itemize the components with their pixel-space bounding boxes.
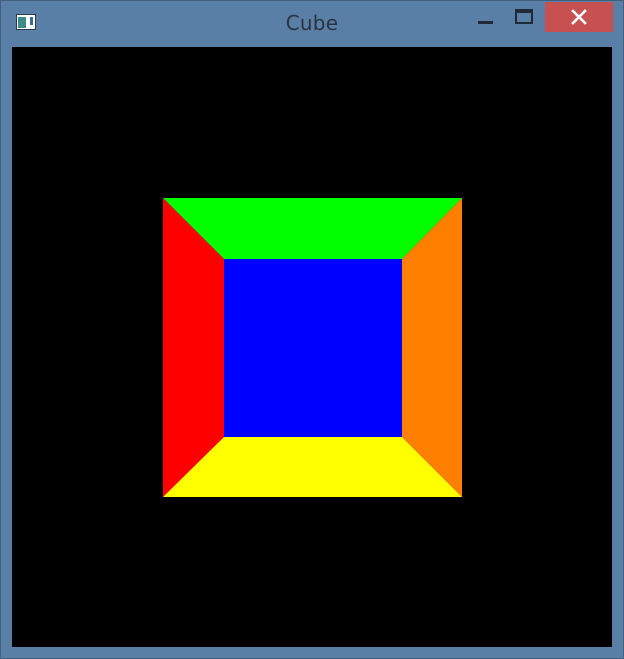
minimize-icon <box>478 21 493 24</box>
maximize-button[interactable] <box>506 2 542 32</box>
render-viewport[interactable] <box>12 47 612 647</box>
maximize-icon <box>515 9 533 24</box>
close-button[interactable] <box>545 2 613 32</box>
minimize-button[interactable] <box>468 2 502 32</box>
cube-canvas[interactable] <box>12 47 612 647</box>
cube-face-front <box>224 259 402 437</box>
cube-window: Cube <box>0 0 624 659</box>
title-bar[interactable]: Cube <box>1 1 623 47</box>
close-icon <box>571 9 587 25</box>
